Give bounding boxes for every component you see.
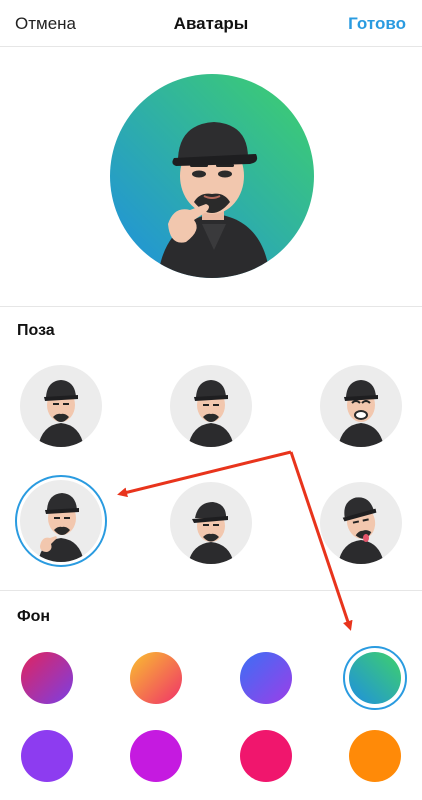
pose-option-6[interactable] [320,482,402,564]
done-button[interactable]: Готово [348,14,406,34]
divider-top [0,306,422,307]
pose-option-1[interactable] [20,365,102,447]
background-section-title: Фон [17,608,51,625]
divider-bottom [0,590,422,591]
bg-swatch-3[interactable] [240,652,292,704]
avatar-pose-6-icon [320,482,402,564]
bg-swatch-2[interactable] [130,652,182,704]
bg-swatch-6[interactable] [130,730,182,782]
avatar-pose-3-icon [320,365,402,447]
nav-header: Отмена Аватары Готово [0,0,422,47]
bg-swatch-1[interactable] [21,652,73,704]
pose-option-3[interactable] [320,365,402,447]
bg-swatch-7[interactable] [240,730,292,782]
pose-option-2[interactable] [170,365,252,447]
bg-swatch-4[interactable] [349,652,401,704]
pose-option-4[interactable] [20,480,102,562]
pose-section-title: Поза [17,322,55,339]
avatar-preview [110,74,314,278]
pose-option-5[interactable] [170,482,252,564]
avatar-pose-1-icon [20,365,102,447]
avatar-pose-4-icon [20,480,102,562]
bg-swatch-5[interactable] [21,730,73,782]
avatar-pose-2-icon [170,365,252,447]
bg-swatch-8[interactable] [349,730,401,782]
avatar-pose-5-icon [170,482,252,564]
